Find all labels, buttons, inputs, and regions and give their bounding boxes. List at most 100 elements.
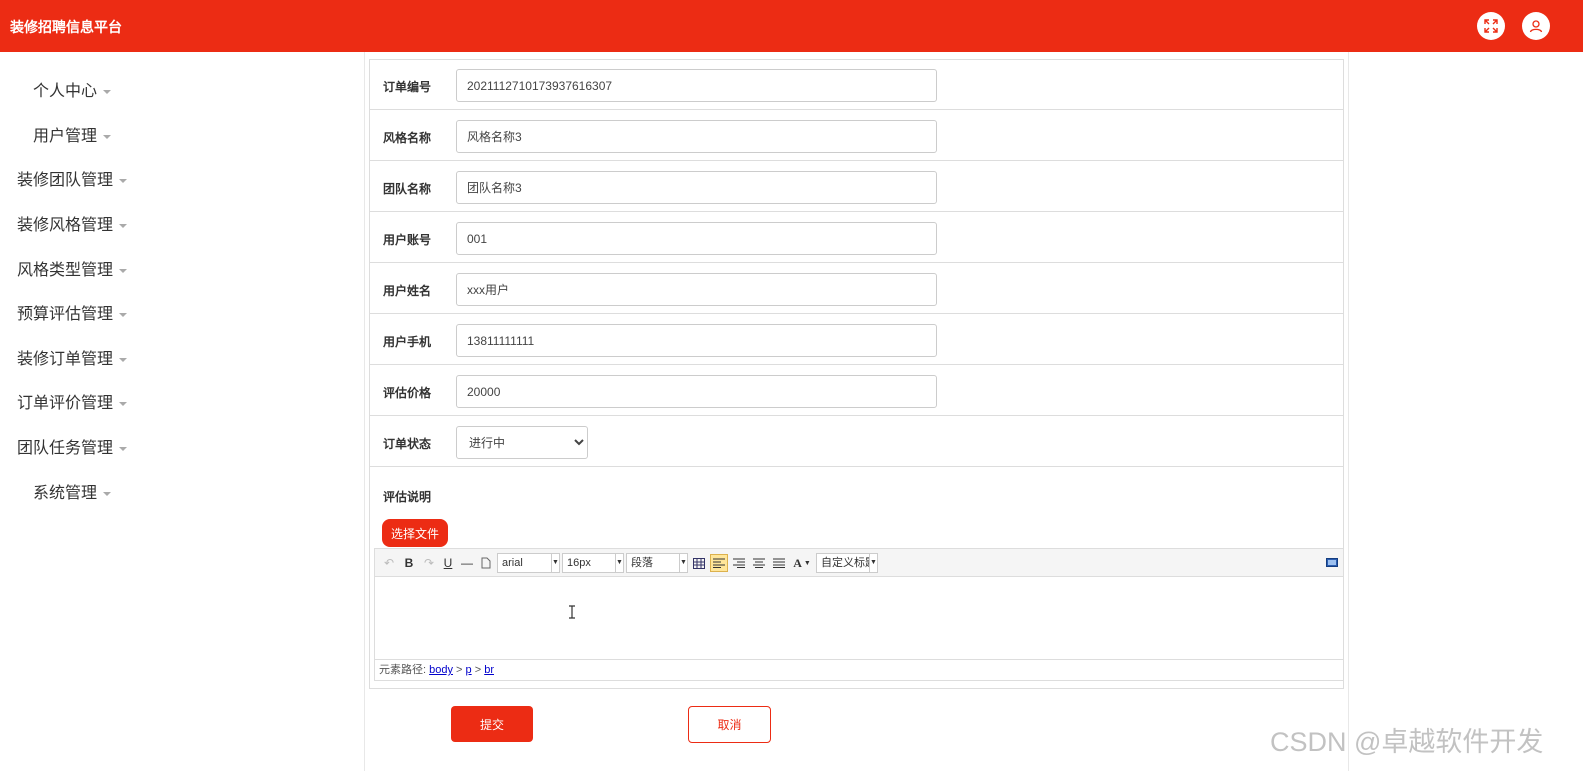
watermark: CSDN @卓越软件开发: [1270, 727, 1544, 757]
order-status-select[interactable]: 进行中: [456, 426, 588, 459]
sidebar-item-review-management[interactable]: 订单评价管理: [17, 389, 128, 413]
form-row-user-name: 用户姓名: [370, 265, 1343, 314]
align-justify-icon[interactable]: [771, 554, 787, 572]
path-separator: >: [456, 664, 466, 676]
paragraph-dropdown[interactable]: 段落 ▼: [626, 553, 688, 573]
sidebar-item-personal-center[interactable]: 个人中心: [33, 77, 112, 101]
rich-text-editor: ↶ B ↷ U — arial▼ 16px▼ 段落▼ A▼ 自定义标题▼: [374, 548, 1344, 681]
path-link-br[interactable]: br: [484, 664, 494, 676]
sidebar-item-label: 装修订单管理: [17, 351, 114, 368]
sidebar-item-label: 个人中心: [33, 83, 98, 100]
form-row-user-account: 用户账号: [370, 214, 1343, 263]
field-label: 订单状态: [383, 437, 432, 451]
caret-down-icon: [119, 312, 128, 317]
source-view-icon[interactable]: [1325, 554, 1339, 572]
align-left-icon[interactable]: [710, 554, 728, 572]
sidebar-item-label: 用户管理: [33, 128, 98, 145]
font-color-icon[interactable]: A ▼: [791, 554, 813, 572]
chevron-down-icon: ▼: [615, 554, 623, 572]
cancel-button[interactable]: 取消: [688, 706, 771, 743]
editor-toolbar: ↶ B ↷ U — arial▼ 16px▼ 段落▼ A▼ 自定义标题▼: [375, 549, 1343, 577]
paragraph-value: 段落: [631, 557, 653, 569]
chevron-down-icon: ▼: [551, 554, 559, 572]
sidebar-item-label: 预算评估管理: [17, 306, 114, 323]
sidebar-item-style-management[interactable]: 装修风格管理: [17, 211, 128, 235]
fullscreen-icon: [1484, 19, 1498, 33]
table-icon[interactable]: [691, 554, 707, 572]
field-label: 订单编号: [383, 80, 432, 94]
style-name-input[interactable]: [456, 120, 937, 153]
form-row-style-name: 风格名称: [370, 112, 1343, 161]
content-divider: [1348, 52, 1349, 771]
font-family-value: arial: [502, 557, 523, 569]
element-path-label: 元素路径:: [379, 664, 427, 676]
sidebar-item-label: 系统管理: [33, 485, 98, 502]
redo-icon[interactable]: ↷: [421, 554, 437, 572]
underline-icon[interactable]: U: [440, 554, 456, 572]
chevron-down-icon: ▼: [679, 554, 687, 572]
eval-price-input[interactable]: [456, 375, 937, 408]
caret-down-icon: [119, 223, 128, 228]
user-avatar-button[interactable]: [1522, 12, 1550, 40]
sidebar-item-style-type-management[interactable]: 风格类型管理: [17, 256, 128, 280]
font-family-dropdown[interactable]: arial ▼: [497, 553, 560, 573]
text-cursor-icon: [569, 605, 575, 619]
fullscreen-button[interactable]: [1477, 12, 1505, 40]
choose-file-button[interactable]: 选择文件: [382, 519, 448, 547]
top-bar: 装修招聘信息平台: [0, 0, 1583, 52]
team-name-input[interactable]: [456, 171, 937, 204]
sidebar-item-system-management[interactable]: 系统管理: [33, 479, 112, 503]
field-label: 评估价格: [383, 386, 432, 400]
sidebar-item-label: 装修团队管理: [17, 172, 114, 189]
align-right-icon[interactable]: [731, 554, 747, 572]
user-account-input[interactable]: [456, 222, 937, 255]
form-row-order-status: 订单状态 进行中: [370, 418, 1343, 467]
bold-icon[interactable]: B: [401, 554, 417, 572]
form-row-user-phone: 用户手机: [370, 316, 1343, 365]
order-no-input[interactable]: [456, 69, 937, 102]
caret-down-icon: [119, 178, 128, 183]
field-label: 用户账号: [383, 233, 432, 247]
field-label: 团队名称: [383, 182, 432, 196]
sidebar-item-label: 团队任务管理: [17, 440, 114, 457]
sidebar-item-order-management[interactable]: 装修订单管理: [17, 345, 128, 369]
field-label: 用户手机: [383, 335, 432, 349]
user-phone-input[interactable]: [456, 324, 937, 357]
font-size-dropdown[interactable]: 16px ▼: [562, 553, 624, 573]
caret-down-icon: [103, 134, 112, 139]
sidebar-item-task-management[interactable]: 团队任务管理: [17, 434, 128, 458]
field-label: 评估说明: [383, 490, 432, 504]
sidebar-item-budget-management[interactable]: 预算评估管理: [17, 300, 128, 324]
field-label: 用户姓名: [383, 284, 432, 298]
path-link-p[interactable]: p: [466, 664, 472, 676]
path-separator: >: [474, 664, 485, 676]
sidebar-item-user-management[interactable]: 用户管理: [33, 122, 112, 146]
font-size-value: 16px: [567, 557, 591, 569]
caret-down-icon: [119, 446, 128, 451]
user-icon: [1529, 20, 1543, 33]
custom-title-value: 自定义标题: [821, 557, 869, 569]
undo-icon[interactable]: ↶: [381, 554, 397, 572]
app-title: 装修招聘信息平台: [10, 19, 122, 35]
user-name-input[interactable]: [456, 273, 937, 306]
chevron-down-icon: ▼: [869, 554, 877, 572]
form-row-eval-price: 评估价格: [370, 367, 1343, 416]
caret-down-icon: [103, 89, 112, 94]
custom-title-dropdown[interactable]: 自定义标题▼: [816, 553, 878, 573]
caret-down-icon: [103, 491, 112, 496]
caret-down-icon: [119, 357, 128, 362]
new-document-icon[interactable]: [479, 554, 493, 572]
field-label: 风格名称: [383, 131, 432, 145]
caret-down-icon: [119, 268, 128, 273]
form-row-order-no: 订单编号: [370, 61, 1343, 110]
path-link-body[interactable]: body: [429, 664, 453, 676]
submit-button[interactable]: 提交: [451, 706, 533, 742]
element-path-bar: 元素路径: body > p > br: [375, 659, 1343, 680]
sidebar-item-label: 风格类型管理: [17, 262, 114, 279]
form-row-team-name: 团队名称: [370, 163, 1343, 212]
horizontal-rule-icon[interactable]: —: [459, 554, 475, 572]
editor-content-area[interactable]: [375, 578, 1343, 659]
align-center-icon[interactable]: [751, 554, 767, 572]
sidebar-item-label: 订单评价管理: [17, 395, 114, 412]
sidebar-item-team-management[interactable]: 装修团队管理: [17, 166, 128, 190]
